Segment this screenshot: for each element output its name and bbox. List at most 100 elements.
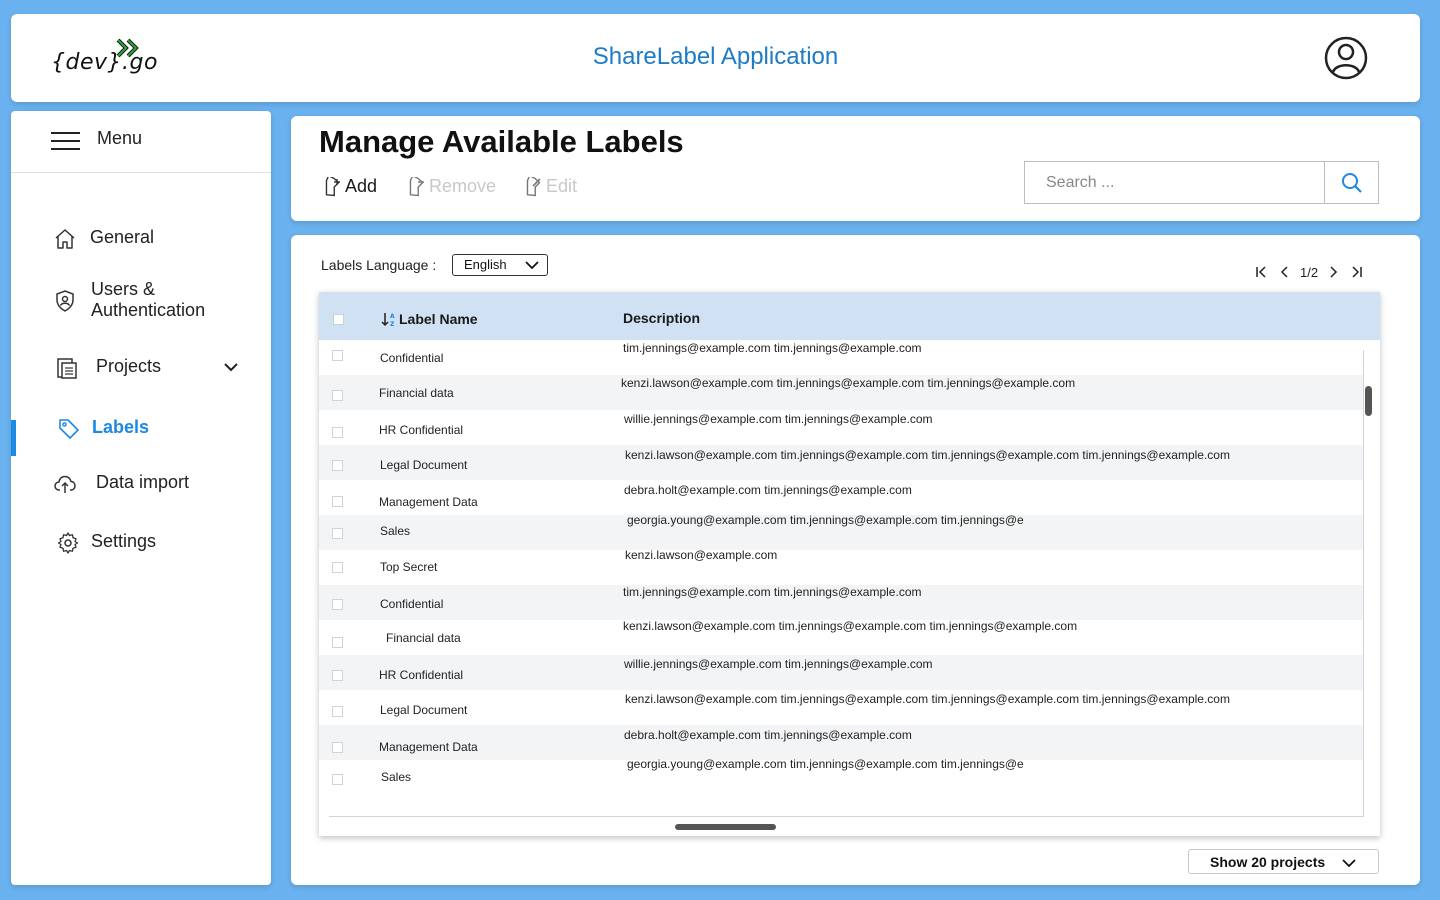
- row-checkbox[interactable]: [332, 460, 343, 471]
- svg-text:A: A: [390, 313, 395, 320]
- sidebar-item-users-authentication[interactable]: Users & Authentication: [11, 277, 271, 327]
- description-cell: kenzi.lawson@example.com: [625, 548, 778, 562]
- tag-add-icon: [325, 176, 340, 196]
- row-checkbox[interactable]: [332, 390, 343, 401]
- description-cell: tim.jennings@example.com tim.jennings@ex…: [623, 585, 922, 599]
- table-row[interactable]: Management Data debra.holt@example.com ti…: [319, 725, 1363, 760]
- table-row[interactable]: Legal Document kenzi.lawson@example.com t…: [319, 445, 1363, 480]
- row-checkbox[interactable]: [332, 774, 343, 785]
- last-page-button[interactable]: [1345, 262, 1369, 282]
- table-row[interactable]: Financial data kenzi.lawson@example.com t…: [319, 375, 1363, 410]
- projects-icon: [57, 358, 77, 379]
- sidebar-item-labels[interactable]: Labels: [11, 406, 271, 450]
- remove-label-button[interactable]: Remove: [403, 176, 496, 197]
- user-account-icon[interactable]: [1324, 36, 1368, 80]
- horizontal-scrollbar-thumb[interactable]: [675, 824, 776, 830]
- page-indicator: 1/2: [1300, 264, 1319, 280]
- menu-header[interactable]: Menu: [11, 111, 271, 173]
- sidebar-item-label: Users & Authentication: [91, 279, 206, 320]
- app-header: {dev}.go ShareLabel Application: [11, 14, 1420, 102]
- row-checkbox[interactable]: [332, 742, 343, 753]
- row-checkbox[interactable]: [332, 599, 343, 610]
- page-size-value: Show 20 projects: [1210, 854, 1326, 870]
- description-cell: kenzi.lawson@example.com tim.jennings@ex…: [621, 376, 1076, 390]
- label-name-cell: HR Confidential: [379, 668, 464, 682]
- shield-user-icon: [56, 290, 74, 312]
- edit-label-button[interactable]: Edit: [520, 176, 577, 197]
- next-page-button[interactable]: [1321, 262, 1345, 282]
- sidebar-item-general[interactable]: General: [11, 216, 271, 260]
- table-row[interactable]: Confidential tim.jennings@example.com tim…: [319, 340, 1363, 375]
- label-name-cell: Top Secret: [380, 560, 438, 574]
- sidebar-item-projects[interactable]: Projects: [11, 345, 271, 389]
- table-row[interactable]: Management Data debra.holt@example.com ti…: [319, 480, 1363, 515]
- description-cell: willie.jennings@example.com tim.jennings…: [624, 657, 933, 671]
- pagination: 1/2: [1249, 262, 1369, 282]
- tag-remove-icon: [409, 176, 424, 196]
- label-name-cell: Confidential: [380, 351, 444, 365]
- description-cell: georgia.young@example.com tim.jennings@e…: [627, 757, 1024, 771]
- chevron-down-icon: [525, 261, 539, 270]
- sidebar-item-settings[interactable]: Settings: [11, 520, 271, 564]
- table-row[interactable]: Sales georgia.young@example.com tim.jenni…: [319, 757, 1363, 795]
- description-column-header: Description: [623, 310, 701, 326]
- page-header-card: Manage Available Labels Add Remove Edit: [291, 116, 1420, 221]
- tag-edit-icon: [526, 176, 541, 196]
- page-size-select[interactable]: Show 20 projects: [1188, 849, 1379, 874]
- search-field[interactable]: [1024, 161, 1325, 204]
- row-checkbox[interactable]: [332, 528, 343, 539]
- description-cell: georgia.young@example.com tim.jennings@e…: [627, 513, 1024, 527]
- cloud-upload-icon: [54, 475, 76, 493]
- labels-language-value: English: [464, 257, 507, 272]
- app-title: ShareLabel Application: [592, 43, 839, 70]
- labels-language-select[interactable]: English: [452, 254, 548, 276]
- description-cell: debra.holt@example.com tim.jennings@exam…: [624, 728, 912, 742]
- tag-icon: [59, 419, 79, 439]
- table-row[interactable]: Sales georgia.young@example.com tim.jenni…: [319, 513, 1363, 550]
- sidebar-item-data-import[interactable]: Data import: [11, 461, 271, 505]
- svg-text:Z: Z: [390, 321, 395, 327]
- search-button[interactable]: [1324, 161, 1379, 204]
- table-row[interactable]: Top Secret kenzi.lawson@example.com: [319, 548, 1363, 585]
- row-checkbox[interactable]: [332, 670, 343, 681]
- hamburger-icon[interactable]: [51, 132, 80, 152]
- row-checkbox[interactable]: [332, 350, 343, 361]
- label-name-header: Label Name: [399, 311, 478, 327]
- add-label-button[interactable]: Add: [319, 176, 377, 197]
- row-checkbox[interactable]: [332, 706, 343, 717]
- vertical-scroll-track[interactable]: [1363, 350, 1364, 817]
- sidebar-item-label: Data import: [96, 472, 190, 492]
- chevron-down-icon: [1342, 859, 1356, 868]
- first-page-icon: [1256, 266, 1266, 278]
- search-input[interactable]: [1025, 162, 1325, 203]
- table-row[interactable]: HR Confidential willie.jennings@example.c…: [319, 410, 1363, 445]
- label-name-cell: Sales: [380, 524, 411, 538]
- menu-label: Menu: [97, 128, 143, 148]
- label-name-cell: Legal Document: [380, 458, 468, 472]
- first-page-button[interactable]: [1249, 262, 1273, 282]
- table-row[interactable]: Confidential tim.jennings@example.com tim…: [319, 585, 1363, 620]
- table-row[interactable]: Financial data kenzi.lawson@example.com t…: [319, 619, 1363, 655]
- chevron-down-icon[interactable]: [223, 359, 239, 375]
- row-checkbox[interactable]: [332, 562, 343, 573]
- chevron-left-icon: [1280, 266, 1288, 278]
- row-checkbox[interactable]: [332, 427, 343, 438]
- add-label: Add: [345, 176, 378, 196]
- home-icon: [55, 229, 75, 249]
- horizontal-scroll-track[interactable]: [329, 816, 1363, 817]
- remove-label: Remove: [429, 176, 497, 196]
- row-checkbox[interactable]: [332, 496, 343, 507]
- table-row[interactable]: HR Confidential willie.jennings@example.c…: [319, 655, 1363, 690]
- chevron-right-icon: [1330, 266, 1338, 278]
- row-checkbox[interactable]: [332, 637, 343, 648]
- sort-icon: AZ: [381, 312, 395, 327]
- label-name-cell: Sales: [381, 770, 412, 784]
- sidebar-item-label: General: [90, 227, 155, 247]
- prev-page-button[interactable]: [1273, 262, 1297, 282]
- description-cell: kenzi.lawson@example.com tim.jennings@ex…: [625, 692, 1230, 706]
- table-row[interactable]: Legal Document kenzi.lawson@example.com t…: [319, 690, 1363, 725]
- select-all-checkbox[interactable]: [333, 314, 344, 325]
- label-name-cell: Management Data: [379, 495, 478, 509]
- vertical-scrollbar-thumb[interactable]: [1365, 386, 1372, 416]
- label-name-column-header[interactable]: AZ Label Name: [381, 311, 478, 327]
